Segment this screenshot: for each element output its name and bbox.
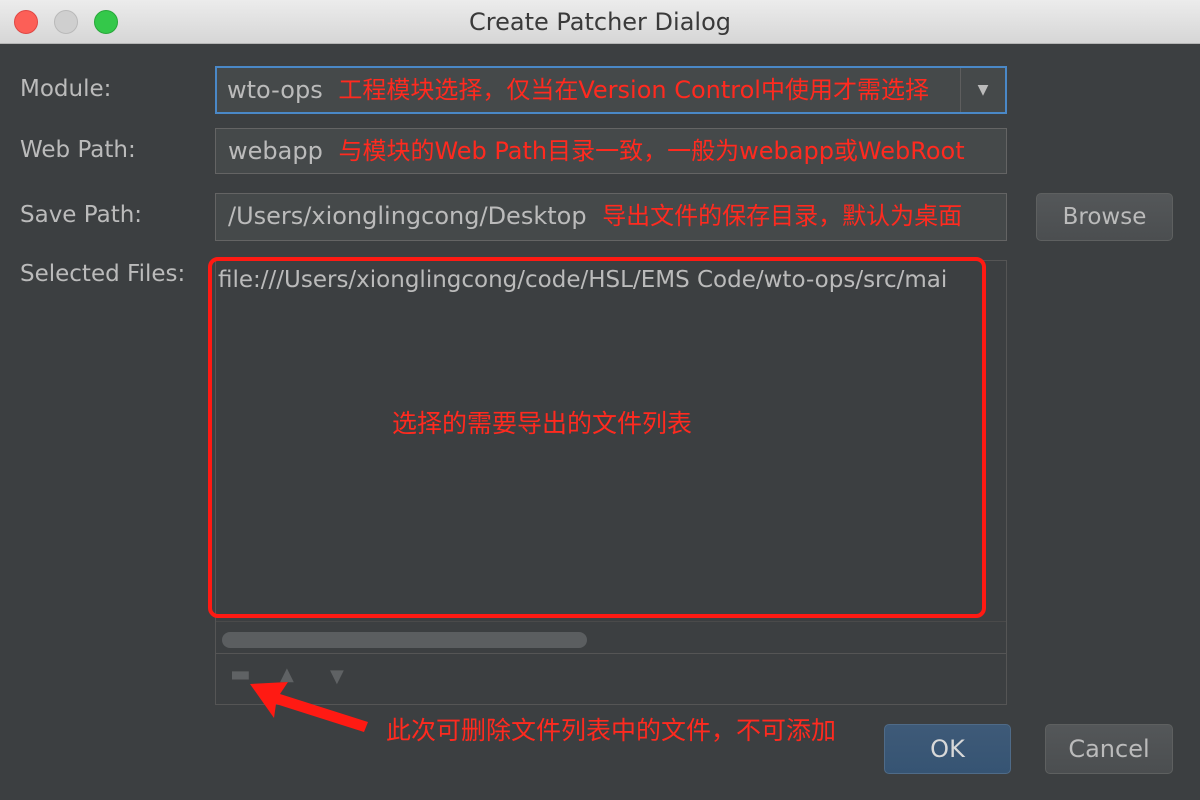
module-value: wto-ops xyxy=(227,76,323,104)
create-patcher-dialog: Create Patcher Dialog Module: wto-ops 工程… xyxy=(0,0,1200,800)
annotation-arrow xyxy=(250,682,368,732)
web-path-label: Web Path: xyxy=(20,137,136,163)
module-annotation: 工程模块选择，仅当在Version Control中使用才需选择 xyxy=(338,76,929,104)
save-path-annotation: 导出文件的保存目录，默认为桌面 xyxy=(602,202,963,230)
window-title: Create Patcher Dialog xyxy=(469,8,731,36)
web-path-annotation: 与模块的Web Path目录一致，一般为webapp或WebRoot xyxy=(338,137,965,165)
web-path-input[interactable]: webapp 与模块的Web Path目录一致，一般为webapp或WebRoo… xyxy=(215,128,1007,174)
toolbar-annotation: 此次可删除文件列表中的文件，不可添加 xyxy=(386,716,837,745)
title-bar: Create Patcher Dialog xyxy=(0,0,1200,44)
save-path-value: /Users/xionglingcong/Desktop xyxy=(228,202,587,230)
browse-button[interactable]: Browse xyxy=(1036,193,1173,241)
file-list-annotation: 选择的需要导出的文件列表 xyxy=(392,409,693,438)
save-path-label: Save Path: xyxy=(20,202,143,228)
module-select[interactable]: wto-ops 工程模块选择，仅当在Version Control中使用才需选择… xyxy=(215,66,1007,114)
chevron-down-icon[interactable]: ▼ xyxy=(960,68,1005,112)
horizontal-scrollbar[interactable] xyxy=(216,621,1006,654)
web-path-value: webapp xyxy=(228,137,323,165)
ok-button[interactable]: OK xyxy=(884,724,1011,774)
cancel-button[interactable]: Cancel xyxy=(1045,724,1173,774)
module-label: Module: xyxy=(20,76,112,102)
selected-files-label: Selected Files: xyxy=(20,261,186,287)
save-path-input[interactable]: /Users/xionglingcong/Desktop 导出文件的保存目录，默… xyxy=(215,193,1007,241)
scrollbar-thumb[interactable] xyxy=(222,632,587,648)
